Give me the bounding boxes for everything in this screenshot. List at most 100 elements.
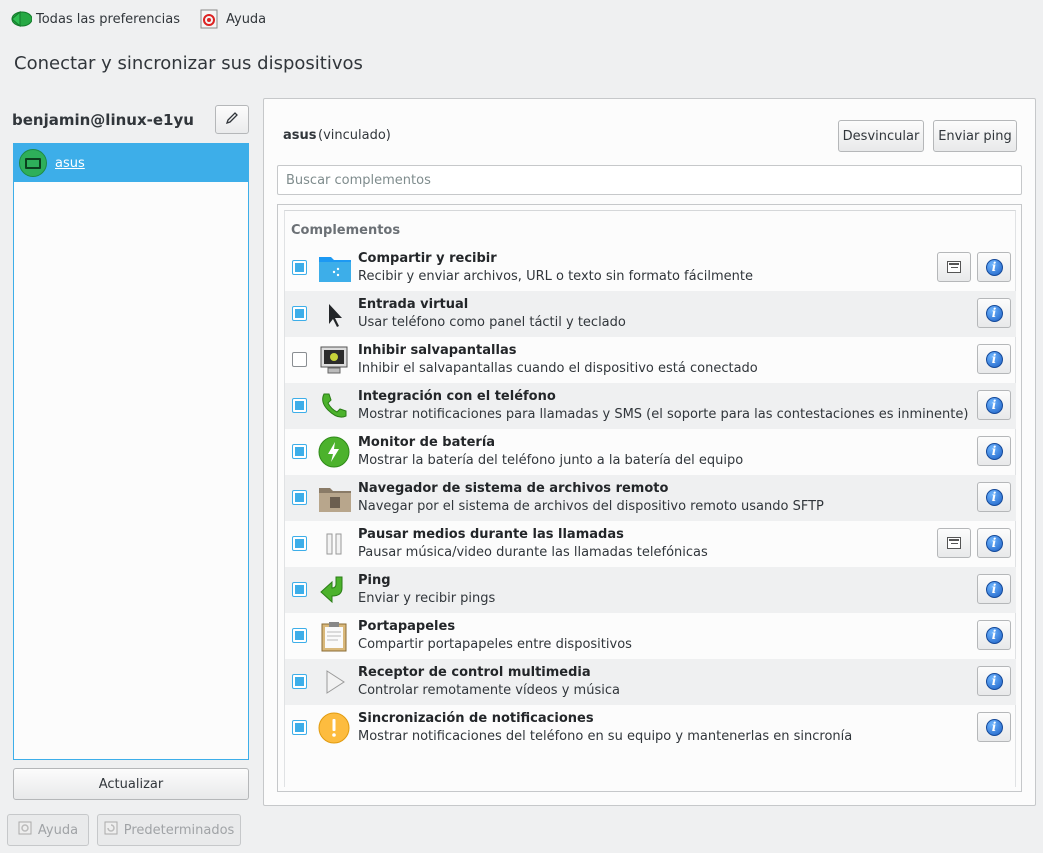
- unpair-button[interactable]: Desvincular: [838, 120, 924, 152]
- plugin-info-button[interactable]: i: [977, 482, 1011, 512]
- monitor-icon: [318, 344, 350, 376]
- device-name: asus: [283, 128, 317, 143]
- plugin-info-button[interactable]: i: [977, 436, 1011, 466]
- plugin-search-input[interactable]: [277, 165, 1022, 195]
- refresh-button[interactable]: Actualizar: [13, 768, 249, 800]
- plugin-info-button[interactable]: i: [977, 344, 1011, 374]
- plugin-configure-button[interactable]: [937, 528, 971, 558]
- configure-icon: [947, 261, 961, 273]
- plugin-enable-checkbox[interactable]: [292, 306, 307, 321]
- plugin-description: Recibir y enviar archivos, URL o texto s…: [358, 269, 753, 284]
- plugin-enable-checkbox[interactable]: [292, 536, 307, 551]
- plugin-info-button[interactable]: i: [977, 390, 1011, 420]
- device-list: asus: [13, 143, 249, 760]
- device-label: asus: [55, 155, 85, 171]
- plugin-row: Entrada virtual Usar teléfono como panel …: [285, 291, 1016, 337]
- plugin-enable-checkbox[interactable]: [292, 490, 307, 505]
- pointer-icon: [318, 298, 350, 330]
- plugin-description: Mostrar notificaciones del teléfono en s…: [358, 729, 853, 744]
- configure-icon: [947, 537, 961, 549]
- plugin-enable-checkbox[interactable]: [292, 582, 307, 597]
- info-icon: i: [985, 396, 1003, 414]
- plugin-title: Receptor de control multimedia: [358, 665, 591, 680]
- plugin-enable-checkbox[interactable]: [292, 260, 307, 275]
- plugins-section-title: Complementos: [291, 223, 401, 238]
- plugin-title: Compartir y recibir: [358, 251, 497, 266]
- folder-share-icon: [318, 252, 351, 284]
- plugin-title: Sincronización de notificaciones: [358, 711, 594, 726]
- plugin-description: Enviar y recibir pings: [358, 591, 496, 606]
- plugin-info-button[interactable]: i: [977, 252, 1011, 282]
- plugin-info-button[interactable]: i: [977, 528, 1011, 558]
- plugin-row: Receptor de control multimedia Controlar …: [285, 659, 1016, 705]
- plugin-configure-button[interactable]: [937, 252, 971, 282]
- plugin-description: Usar teléfono como panel táctil y teclad…: [358, 315, 626, 330]
- help-label: Ayuda: [225, 11, 267, 27]
- plugin-row: Pausar medios durante las llamadas Pausar…: [285, 521, 1016, 567]
- plugin-title: Ping: [358, 573, 391, 588]
- footer-help-label: Ayuda: [37, 822, 79, 838]
- info-icon: i: [985, 442, 1003, 460]
- help-icon: [200, 9, 220, 29]
- pencil-icon: [225, 111, 239, 129]
- plugin-enable-checkbox[interactable]: [292, 352, 307, 367]
- info-icon: i: [985, 580, 1003, 598]
- rename-button[interactable]: [215, 105, 249, 134]
- info-icon: i: [985, 488, 1003, 506]
- plugin-info-button[interactable]: i: [977, 620, 1011, 650]
- all-preferences-button[interactable]: Todas las preferencias: [10, 9, 180, 29]
- play-icon: [318, 666, 350, 698]
- plugin-title: Inhibir salvapantallas: [358, 343, 517, 358]
- plugin-enable-checkbox[interactable]: [292, 628, 307, 643]
- plugin-info-button[interactable]: i: [977, 298, 1011, 328]
- plugin-title: Portapapeles: [358, 619, 456, 634]
- plugin-enable-checkbox[interactable]: [292, 444, 307, 459]
- defaults-icon: [104, 821, 118, 839]
- info-icon: i: [985, 350, 1003, 368]
- plugin-title: Navegador de sistema de archivos remoto: [358, 481, 669, 496]
- pause-icon: [318, 528, 350, 560]
- info-icon: i: [985, 626, 1003, 644]
- phone-icon: [318, 390, 350, 422]
- help-button[interactable]: Ayuda: [200, 9, 266, 29]
- info-icon: i: [985, 258, 1003, 276]
- clipboard-icon: [318, 620, 350, 652]
- plugin-row: Navegador de sistema de archivos remoto N…: [285, 475, 1016, 521]
- plugin-enable-checkbox[interactable]: [292, 720, 307, 735]
- plugin-description: Mostrar notificaciones para llamadas y S…: [358, 407, 969, 422]
- plugin-row: Ping Enviar y recibir pings i: [285, 567, 1016, 613]
- plugin-row: Portapapeles Compartir portapapeles entre…: [285, 613, 1016, 659]
- plugin-info-button[interactable]: i: [977, 712, 1011, 742]
- footer-help-button[interactable]: Ayuda: [7, 814, 89, 846]
- top-toolbar: Todas las preferencias Ayuda: [10, 8, 286, 30]
- all-preferences-label: Todas las preferencias: [36, 11, 180, 27]
- plugin-row: Compartir y recibir Recibir y enviar arch…: [285, 245, 1016, 291]
- info-icon: i: [985, 718, 1003, 736]
- back-arrow-icon: [10, 9, 33, 29]
- notification-icon: [318, 712, 350, 744]
- plugin-info-button[interactable]: i: [977, 666, 1011, 696]
- plugin-row: Inhibir salvapantallas Inhibir el salvapa…: [285, 337, 1016, 383]
- ping-arrow-icon: [318, 574, 350, 606]
- plugin-description: Controlar remotamente vídeos y música: [358, 683, 620, 698]
- plugin-title: Monitor de batería: [358, 435, 496, 450]
- plugin-description: Navegar por el sistema de archivos del d…: [358, 499, 824, 514]
- plugin-enable-checkbox[interactable]: [292, 674, 307, 689]
- plugin-row: Monitor de batería Mostrar la batería del…: [285, 429, 1016, 475]
- plugin-description: Pausar música/video durante las llamadas…: [358, 545, 708, 560]
- defaults-label: Predeterminados: [123, 822, 235, 838]
- defaults-button[interactable]: Predeterminados: [97, 814, 241, 846]
- plugin-info-button[interactable]: i: [977, 574, 1011, 604]
- battery-icon: [318, 436, 350, 468]
- send-ping-button[interactable]: Enviar ping: [933, 120, 1017, 152]
- device-item-asus[interactable]: asus: [14, 144, 248, 182]
- plugin-description: Inhibir el salvapantallas cuando el disp…: [358, 361, 758, 376]
- plugin-title: Pausar medios durante las llamadas: [358, 527, 624, 542]
- plugin-row: Integración con el teléfono Mostrar notif…: [285, 383, 1016, 429]
- plugin-enable-checkbox[interactable]: [292, 398, 307, 413]
- plugins-list: Complementos Compartir y recibir Recibir …: [284, 210, 1016, 787]
- device-panel: asus (vinculado) Desvincular Enviar ping…: [263, 98, 1036, 806]
- plugin-description: Compartir portapapeles entre dispositivo…: [358, 637, 632, 652]
- info-icon: i: [985, 672, 1003, 690]
- help-icon: [18, 821, 32, 839]
